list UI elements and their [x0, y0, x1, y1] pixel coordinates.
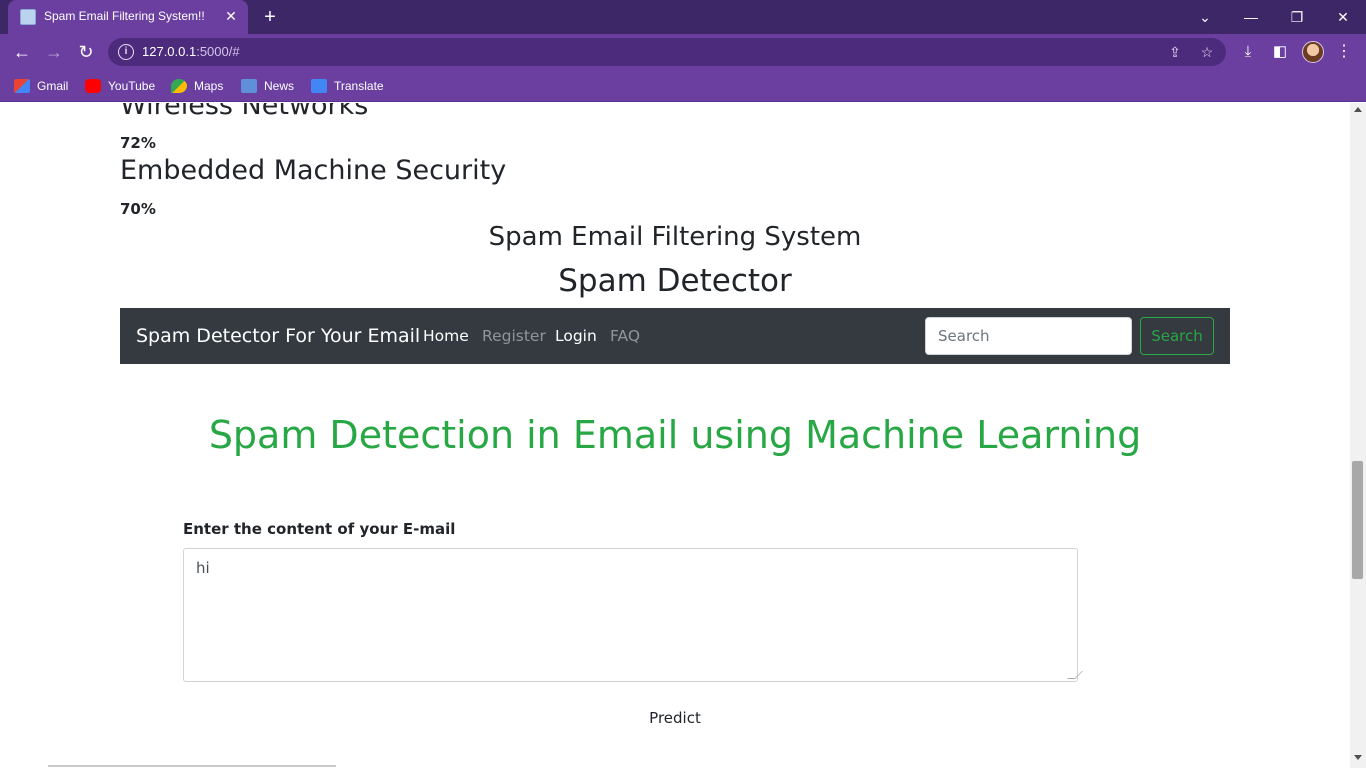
bookmark-youtube[interactable]: YouTube	[85, 77, 155, 95]
forward-arrow-icon[interactable]: →	[42, 40, 66, 64]
youtube-icon	[85, 79, 101, 93]
page-scrollbar[interactable]	[1350, 103, 1366, 768]
course-percent-wireless: 72%	[120, 134, 156, 152]
bookmark-news[interactable]: News	[241, 77, 294, 95]
nav-link-faq[interactable]: FAQ	[610, 327, 640, 345]
browser-toolbar: ← → ↻ i 127.0.0.1:5000/# ⇪ ☆ ⤓ ◧ ⋮	[0, 34, 1366, 70]
nav-link-home[interactable]: Home	[423, 327, 469, 345]
nav-link-login[interactable]: Login	[555, 327, 597, 345]
bookmarks-bar: Gmail YouTube Maps News Translate	[0, 70, 1366, 102]
download-icon[interactable]: ⤓	[1238, 42, 1258, 62]
tab-search-chevron-icon[interactable]: ⌄	[1182, 4, 1228, 30]
email-content-value: hi	[196, 559, 210, 577]
gmail-icon	[14, 79, 30, 93]
course-percent-embedded: 70%	[120, 200, 156, 218]
close-tab-icon[interactable]: ✕	[222, 7, 240, 25]
email-content-label: Enter the content of your E-mail	[183, 520, 456, 538]
browser-tabstrip: Spam Email Filtering System!! ✕ + ⌄ — ❐ …	[0, 0, 1366, 34]
translate-icon	[311, 79, 327, 93]
detector-title: Spam Detector	[558, 263, 792, 299]
side-panel-icon[interactable]: ◧	[1270, 42, 1290, 62]
search-input[interactable]: Search	[925, 317, 1132, 355]
scrollbar-thumb[interactable]	[1352, 461, 1363, 579]
site-navbar: Spam Detector For Your Email Home Regist…	[120, 308, 1230, 364]
scroll-up-arrow-icon[interactable]	[1354, 107, 1362, 112]
bookmark-maps[interactable]: Maps	[171, 77, 223, 95]
bookmark-translate[interactable]: Translate	[311, 77, 384, 95]
hero-title: Spam Detection in Email using Machine Le…	[208, 413, 1142, 457]
bookmark-star-icon[interactable]: ☆	[1198, 43, 1216, 61]
resize-handle-icon[interactable]	[1067, 671, 1083, 679]
email-content-textarea[interactable]: hi	[183, 548, 1083, 682]
divider	[48, 765, 336, 767]
new-tab-icon[interactable]: +	[258, 5, 282, 29]
address-bar[interactable]: i 127.0.0.1:5000/# ⇪ ☆	[108, 38, 1226, 66]
window-close-icon[interactable]: ✕	[1320, 4, 1366, 30]
search-button[interactable]: Search	[1140, 317, 1214, 355]
reload-icon[interactable]: ↻	[74, 40, 98, 64]
tab-title: Spam Email Filtering System!!	[44, 9, 205, 23]
navbar-brand[interactable]: Spam Detector For Your Email	[136, 325, 420, 347]
page-viewport: Wireless Networks 72% Embedded Machine S…	[0, 103, 1350, 768]
browser-menu-icon[interactable]: ⋮	[1336, 42, 1352, 62]
bookmark-gmail[interactable]: Gmail	[14, 77, 68, 95]
course-title-wireless: Wireless Networks	[120, 103, 369, 121]
scroll-down-arrow-icon[interactable]	[1354, 755, 1362, 760]
restore-icon[interactable]: ❐	[1274, 4, 1320, 30]
browser-tab[interactable]: Spam Email Filtering System!! ✕	[8, 0, 248, 34]
system-title: Spam Email Filtering System	[488, 222, 862, 252]
news-icon	[241, 79, 257, 93]
nav-link-register[interactable]: Register	[482, 327, 546, 345]
course-title-embedded: Embedded Machine Security	[120, 155, 507, 186]
site-favicon-icon	[20, 9, 36, 25]
address-url[interactable]: 127.0.0.1:5000/#	[142, 44, 240, 59]
predict-button[interactable]: Predict	[0, 709, 1350, 727]
back-arrow-icon[interactable]: ←	[10, 40, 34, 64]
maps-icon	[171, 79, 187, 93]
profile-avatar[interactable]	[1302, 41, 1324, 63]
site-info-icon[interactable]: i	[118, 44, 134, 60]
share-icon[interactable]: ⇪	[1166, 43, 1184, 61]
minimize-icon[interactable]: —	[1228, 4, 1274, 30]
